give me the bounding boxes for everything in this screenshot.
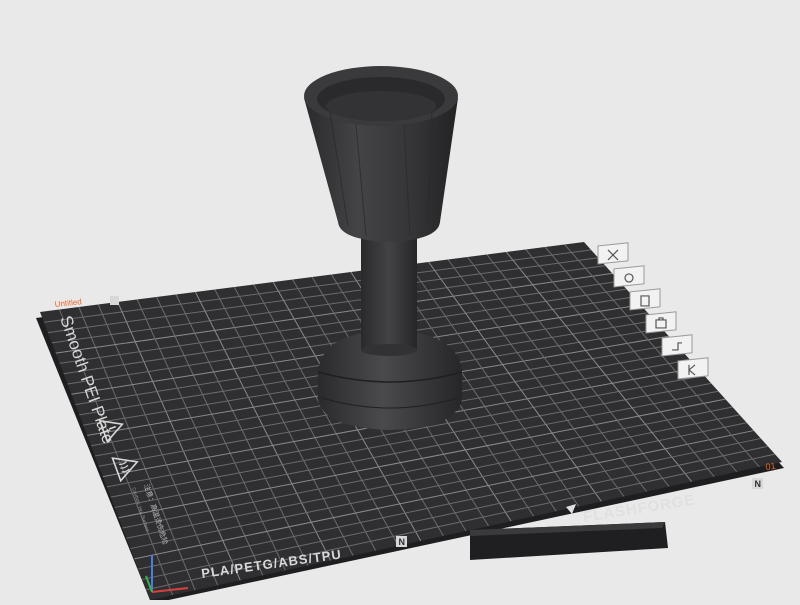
plate-badge-bottom-glyph: N <box>399 537 406 547</box>
object-icon <box>645 311 677 334</box>
plate-badge-right-glyph: N <box>755 479 762 489</box>
close-icon <box>597 242 629 265</box>
goblet-stem <box>361 235 417 350</box>
plate-corner-tag-right: 01 <box>765 461 776 472</box>
3d-viewport[interactable]: Smooth PEI Plate PLA/PETG/ABS/TPU FLASHF… <box>0 0 800 604</box>
plate-badge-left-top <box>110 296 119 305</box>
filament-icon <box>629 288 661 311</box>
goblet-model[interactable] <box>304 66 463 430</box>
gear-icon <box>613 265 645 288</box>
cut-icon <box>677 357 709 380</box>
scene-svg: Smooth PEI Plate PLA/PETG/ABS/TPU FLASHF… <box>36 66 784 604</box>
connector-icon <box>661 334 693 357</box>
